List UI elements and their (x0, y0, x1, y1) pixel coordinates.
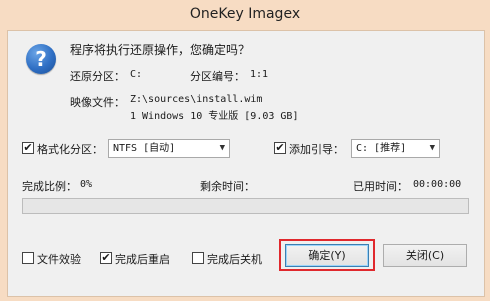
shutdown-label: 完成后关机 (207, 253, 262, 266)
boot-label: 添加引导： (289, 143, 344, 156)
remaining-label: 剩余时间： (200, 180, 255, 193)
restore-partition-value: C: (130, 69, 143, 80)
checkmark-icon: ✔ (23, 141, 33, 154)
boot-select-value: C: [推荐] (356, 143, 407, 154)
image-file-path: Z:\sources\install.wim (130, 94, 263, 105)
window-title: OneKey Imagex (189, 6, 301, 22)
dialog-body: ? 程序将执行还原操作，您确定吗？ 还原分区： C: 分区编号： 1:1 映像文… (7, 30, 485, 297)
chevron-down-icon: ▼ (429, 143, 435, 153)
elapsed-label: 已用时间： (353, 180, 408, 193)
ratio-label: 完成比例： (22, 180, 77, 193)
close-button[interactable]: 关闭(C) (383, 244, 467, 267)
image-file-label: 映像文件： (70, 96, 125, 109)
partition-number-value: 1:1 (250, 69, 269, 80)
format-label: 格式化分区： (37, 143, 103, 156)
question-icon: ? (26, 44, 56, 74)
ok-button[interactable]: 确定(Y) (285, 244, 369, 267)
elapsed-value: 00:00:00 (413, 179, 462, 190)
chevron-down-icon: ▼ (219, 143, 225, 153)
restore-partition-label: 还原分区： (70, 70, 125, 83)
prompt-question: 程序将执行还原操作，您确定吗？ (70, 43, 251, 57)
restart-checkbox[interactable]: ✔ (100, 252, 112, 264)
format-select[interactable]: NTFS [自动] ▼ (108, 139, 230, 158)
format-select-value: NTFS [自动] (113, 143, 176, 154)
format-checkbox[interactable]: ✔ (22, 142, 34, 154)
ratio-value: 0% (80, 179, 93, 190)
shutdown-checkbox[interactable] (192, 252, 204, 264)
verify-label: 文件效验 (37, 253, 81, 266)
checkmark-icon: ✔ (101, 251, 111, 264)
image-file-desc: 1 Windows 10 专业版 [9.03 GB] (130, 111, 299, 122)
restart-label: 完成后重启 (115, 253, 170, 266)
boot-checkbox[interactable]: ✔ (274, 142, 286, 154)
checkmark-icon: ✔ (275, 141, 285, 154)
progress-bar (22, 198, 469, 214)
boot-select[interactable]: C: [推荐] ▼ (351, 139, 440, 158)
partition-number-label: 分区编号： (190, 70, 245, 83)
verify-checkbox[interactable] (22, 252, 34, 264)
